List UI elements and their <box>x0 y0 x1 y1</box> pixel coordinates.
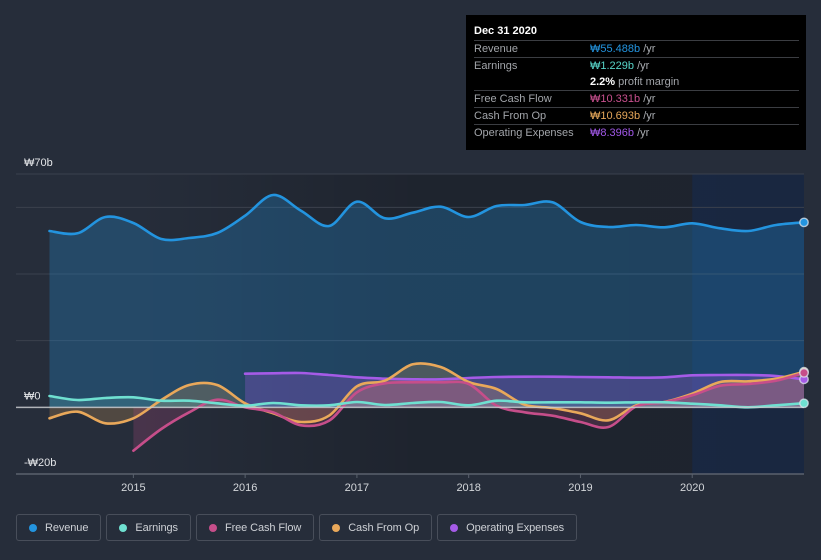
dot-icon <box>450 523 459 532</box>
tooltip-profit-margin: 2.2% profit margin <box>590 74 799 90</box>
legend-toggle-operating-expenses[interactable]: Operating Expenses <box>437 514 578 541</box>
tooltip-unit: /yr <box>634 127 650 139</box>
tooltip-row-free-cash-flow: Free Cash Flow ₩10.331b /yr <box>474 90 799 107</box>
tooltip-row-operating-expenses: Operating Expenses ₩8.396b /yr <box>474 124 799 141</box>
legend-toggle-cash-from-op[interactable]: Cash From Op <box>319 514 433 541</box>
x-tick-label: 2017 <box>345 482 369 494</box>
tooltip-unit: /yr <box>634 60 650 72</box>
y-tick-label: ₩70b <box>24 157 53 169</box>
dot-icon <box>29 523 37 532</box>
legend-toggle-revenue[interactable]: Revenue <box>16 514 102 541</box>
y-tick-label: -₩20b <box>24 457 56 469</box>
tooltip-row-cash-from-op: Cash From Op ₩10.693b /yr <box>474 107 799 124</box>
legend-label: Earnings <box>135 521 178 534</box>
tooltip-value: ₩1.229b <box>590 60 635 72</box>
tooltip-value: ₩55.488b <box>590 43 641 55</box>
legend-toggle-earnings[interactable]: Earnings <box>106 514 191 541</box>
legend-toggle-free-cash-flow[interactable]: Free Cash Flow <box>195 514 315 541</box>
x-tick-label: 2020 <box>680 482 704 494</box>
dot-icon <box>208 523 217 532</box>
x-tick-label: 2015 <box>121 482 145 494</box>
tooltip-value: ₩10.331b <box>590 93 641 105</box>
revenue-end-marker[interactable] <box>799 217 809 228</box>
data-tooltip: Dec 31 2020 Revenue ₩55.488b /yr Earning… <box>466 15 806 150</box>
legend-label: Cash From Op <box>348 521 420 534</box>
tooltip-label: Cash From Op <box>474 110 547 122</box>
earnings-end-marker[interactable] <box>799 398 809 409</box>
legend-label: Free Cash Flow <box>224 521 302 534</box>
fcf-end-marker[interactable] <box>799 367 809 378</box>
tooltip-value: ₩10.693b <box>590 110 641 122</box>
tooltip-value: ₩8.396b <box>590 127 635 139</box>
profit-margin-text: profit margin <box>615 76 680 88</box>
tooltip-label: Free Cash Flow <box>474 93 552 105</box>
legend-label: Operating Expenses <box>466 521 565 534</box>
x-tick-label: 2018 <box>456 482 480 494</box>
tooltip-row-revenue: Revenue ₩55.488b /yr <box>474 40 799 57</box>
x-tick-label: 2016 <box>233 482 257 494</box>
chart-legend: Revenue Earnings Free Cash Flow Cash Fro… <box>16 514 578 541</box>
tooltip-label: Earnings <box>474 60 518 72</box>
profit-margin-value: 2.2% <box>590 76 616 88</box>
dot-icon <box>119 523 128 532</box>
tooltip-label: Revenue <box>474 43 519 55</box>
dot-icon <box>332 523 341 532</box>
tooltip-unit: /yr <box>640 43 656 55</box>
tooltip-row-earnings: Earnings ₩1.229b /yr 2.2% profit margin <box>474 57 799 90</box>
y-tick-label: ₩0 <box>24 390 41 402</box>
legend-label: Revenue <box>45 521 89 534</box>
x-tick-label: 2019 <box>568 482 592 494</box>
tooltip-date: Dec 31 2020 <box>474 25 537 37</box>
tooltip-label: Operating Expenses <box>474 127 574 139</box>
tooltip-unit: /yr <box>640 110 656 122</box>
chart-widget: ₩70b ₩0 -₩20b 2015 2016 2017 2018 2019 2020 Dec … <box>0 0 821 560</box>
tooltip-unit: /yr <box>640 93 656 105</box>
